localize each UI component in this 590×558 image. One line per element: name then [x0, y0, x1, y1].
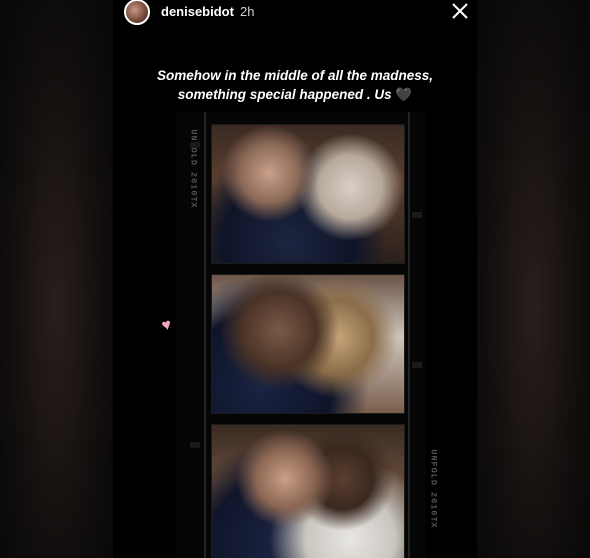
photo-frame-1 — [211, 124, 405, 264]
black-heart-icon: 🖤 — [395, 87, 413, 102]
photo-frame-3 — [211, 424, 405, 558]
film-edge-line-right — [408, 112, 410, 558]
story-header: denisebidot 2h — [113, 0, 477, 26]
sprocket-hole — [412, 362, 422, 368]
caption-line-1: Somehow in the middle of all the madness… — [156, 68, 434, 83]
heart-sticker: ♥ — [159, 316, 174, 335]
background-blur-left — [0, 0, 113, 558]
film-strip: UNFOLD 2010TX UNFOLD 2010TX — [176, 112, 439, 558]
film-edge-text-bottom: UNFOLD 2010TX — [428, 449, 439, 529]
sprocket-hole — [190, 442, 200, 448]
caption-line-2: something special happened . Us 🖤 — [177, 87, 413, 102]
close-button[interactable] — [448, 0, 472, 24]
story-viewer[interactable]: denisebidot 2h Somehow in the middle of … — [113, 0, 477, 558]
close-icon — [452, 3, 468, 19]
username[interactable]: denisebidot — [161, 4, 234, 19]
sprocket-hole — [190, 142, 200, 148]
sprocket-hole — [412, 212, 422, 218]
background-blur-right — [477, 0, 590, 558]
photo-frame-2 — [211, 274, 405, 414]
timestamp: 2h — [240, 4, 255, 19]
story-caption: Somehow in the middle of all the madness… — [113, 66, 477, 104]
avatar[interactable] — [124, 0, 150, 25]
film-edge-line-left — [204, 112, 206, 558]
